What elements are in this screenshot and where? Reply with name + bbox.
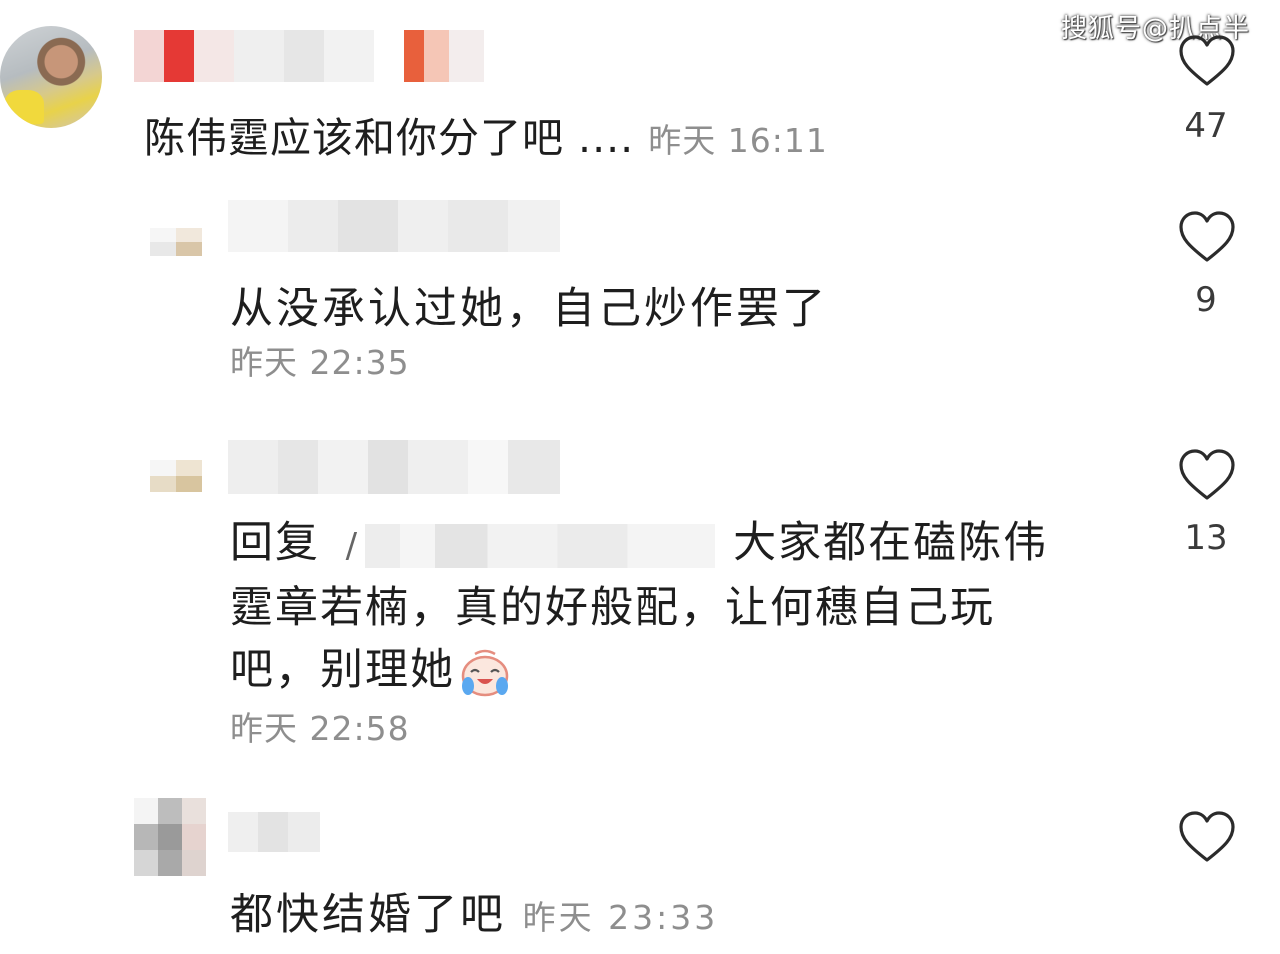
like-count: 13 — [1184, 518, 1228, 558]
comment-time: 昨天 16:11 — [648, 121, 828, 160]
avatar[interactable] — [150, 460, 202, 492]
comment-time: 昨天 23:33 — [522, 898, 719, 937]
reply-label: 回复 — [230, 518, 320, 568]
comment-time: 昨天 22:35 — [230, 343, 410, 382]
reply-mention[interactable]: / — [346, 526, 359, 566]
heart-icon[interactable] — [1177, 210, 1237, 264]
comment-text: 陈伟霆应该和你分了吧 .... 昨天 16:11 — [144, 114, 828, 162]
like-count: 47 — [1184, 106, 1228, 146]
like-count: 9 — [1195, 280, 1217, 320]
comment-list: 搜狐号@扒点半 陈伟霆应该和你分了吧 .... 昨天 16:11 47 从没承认… — [0, 0, 1280, 954]
comment-time: 昨天 22:58 — [230, 709, 410, 748]
reply-mention-blurred[interactable] — [365, 523, 716, 568]
nickname-blurred[interactable] — [228, 812, 320, 852]
nickname-blurred[interactable] — [134, 30, 484, 82]
avatar[interactable] — [134, 798, 206, 876]
nickname-blurred[interactable] — [228, 200, 560, 252]
comment-text: 从没承认过她，自己炒作罢了 — [230, 284, 828, 334]
comment-text: 都快结婚了吧 昨天 23:33 — [230, 890, 719, 940]
avatar[interactable] — [0, 26, 102, 128]
crying-laughing-emoji-icon — [461, 649, 509, 696]
avatar[interactable] — [150, 228, 202, 256]
nickname-blurred[interactable] — [228, 440, 560, 494]
comment-text: 回复 / 大家都在磕陈伟 霆章若楠，真的好般配，让何穗自己玩 吧，别理她 — [230, 512, 1100, 701]
heart-icon[interactable] — [1177, 448, 1237, 502]
heart-icon[interactable] — [1177, 810, 1237, 864]
heart-icon[interactable] — [1177, 34, 1237, 88]
